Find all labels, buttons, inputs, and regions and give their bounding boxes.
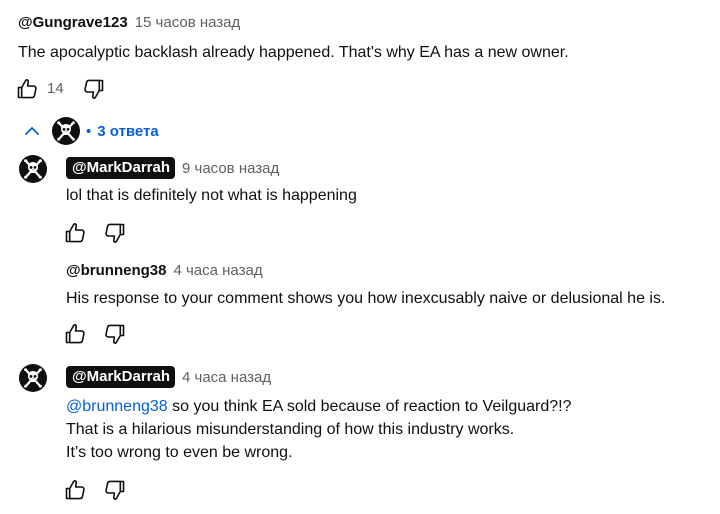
skull-crossbones-icon <box>21 157 45 181</box>
reply-3-timestamp[interactable]: 4 часа назад <box>182 369 271 386</box>
replies-toggle-button[interactable]: • 3 ответа <box>22 114 159 148</box>
thumbs-down-icon <box>103 478 127 502</box>
top-comment-header: @Gungrave123 15 часов назад <box>18 14 240 31</box>
reply-3-avatar[interactable] <box>19 364 47 392</box>
skull-crossbones-icon <box>21 366 45 390</box>
reply-3-text-line-2: That is a hilarious misunderstanding of … <box>66 421 515 438</box>
replies-avatar <box>52 117 80 145</box>
thumbs-down-icon <box>103 322 127 346</box>
replies-separator-dot: • <box>86 122 92 140</box>
reply-1-dislike-button[interactable] <box>101 219 129 247</box>
reply-2-timestamp[interactable]: 4 часа назад <box>173 262 262 279</box>
reply-2-dislike-button[interactable] <box>101 320 129 348</box>
thumbs-down-icon <box>82 77 106 101</box>
reply-2-like-button[interactable] <box>61 320 89 348</box>
thumbs-up-icon <box>63 322 87 346</box>
top-comment-author[interactable]: @Gungrave123 <box>18 14 128 31</box>
reply-3-text-line-3: It’s too wrong to even be wrong. <box>66 444 293 461</box>
reply-2-author[interactable]: @brunneng38 <box>66 262 166 279</box>
reply-3-header: @MarkDarrah 4 часа назад <box>66 366 271 388</box>
thumbs-up-icon <box>15 77 39 101</box>
reply-2-text: His response to your comment shows you h… <box>66 290 666 307</box>
reply-1-avatar[interactable] <box>19 155 47 183</box>
top-comment-like-count: 14 <box>47 80 64 97</box>
reply-1-header: @MarkDarrah 9 часов назад <box>66 157 279 179</box>
reply-3-text-line-1: @brunneng38 so you think EA sold because… <box>66 396 571 418</box>
reply-1-author-badge[interactable]: @MarkDarrah <box>66 157 175 179</box>
reply-1-text: lol that is definitely not what is happe… <box>66 187 357 204</box>
top-comment-like-button[interactable] <box>13 75 41 103</box>
reply-2-header: @brunneng38 4 часа назад <box>66 262 263 279</box>
top-comment-dislike-button[interactable] <box>80 75 108 103</box>
thumbs-up-icon <box>63 478 87 502</box>
top-comment-timestamp[interactable]: 15 часов назад <box>135 14 241 31</box>
reply-3-text-line-1-content: so you think EA sold because of reaction… <box>172 398 572 415</box>
thumbs-up-icon <box>63 221 87 245</box>
chevron-up-icon <box>25 127 39 135</box>
replies-count-label: 3 ответа <box>97 122 159 140</box>
skull-crossbones-icon <box>54 119 78 143</box>
thumbs-down-icon <box>103 221 127 245</box>
top-comment-text: The apocalyptic backlash already happene… <box>18 44 569 61</box>
reply-1-like-button[interactable] <box>61 219 89 247</box>
reply-1-timestamp[interactable]: 9 часов назад <box>182 160 279 177</box>
reply-3-author-badge[interactable]: @MarkDarrah <box>66 366 175 388</box>
reply-3-like-button[interactable] <box>61 476 89 504</box>
reply-3-mention-link[interactable]: @brunneng38 <box>66 398 168 415</box>
reply-3-dislike-button[interactable] <box>101 476 129 504</box>
